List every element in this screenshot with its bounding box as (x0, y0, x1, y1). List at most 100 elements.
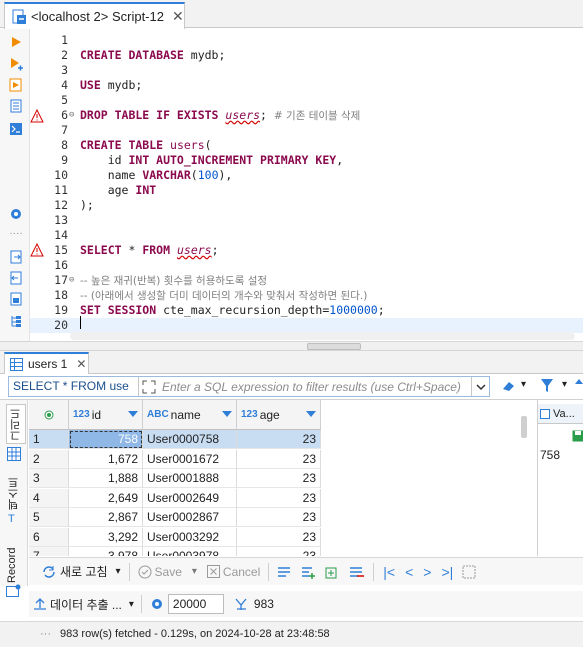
value-panel-header[interactable]: Va... (538, 404, 583, 424)
fold-icon[interactable]: ⊖ (69, 108, 74, 123)
code-line[interactable]: 18 -- (아래에서 생성할 더미 데이터의 개수와 맞춰서 작성하면 된다.) (30, 288, 583, 303)
code-line[interactable]: 15 SELECT * FROM users; (30, 243, 583, 258)
code-line[interactable]: 17 ⊖ -- 높은 재귀(반복) 횟수를 허용하도록 설정 (30, 273, 583, 288)
table-row[interactable]: 4 2,649 User0002649 23 (29, 488, 321, 508)
results-grid[interactable]: 123 id ABC name 123 age 1 758 User0000758 2… (29, 400, 321, 556)
code-line[interactable]: 20 (30, 318, 583, 333)
filter-icon[interactable] (540, 378, 554, 394)
cell-name[interactable]: User0003292 (143, 527, 237, 547)
row-number[interactable]: 2 (29, 449, 69, 469)
next-page-icon[interactable]: > (423, 564, 431, 580)
code-text[interactable]: -- (아래에서 생성할 더미 데이터의 개수와 맞춰서 작성하면 된다.) (80, 288, 367, 304)
open-console-button[interactable] (8, 121, 24, 137)
cancel-button[interactable]: Cancel (203, 561, 264, 583)
code-line[interactable]: 8 CREATE TABLE users( (30, 138, 583, 153)
chevron-down-icon[interactable]: ▾ (521, 379, 526, 390)
sort-arrow-icon[interactable] (128, 411, 138, 417)
cell-name[interactable]: User0002649 (143, 488, 237, 508)
chevron-down-icon[interactable]: ▾ (116, 566, 121, 577)
code-line[interactable]: 14 (30, 228, 583, 243)
text-icon[interactable]: T (8, 513, 15, 525)
code-text[interactable]: ); (80, 198, 94, 213)
code-text[interactable]: age INT (80, 183, 156, 198)
edit-row-icon[interactable] (277, 565, 293, 579)
save-value-icon[interactable] (572, 430, 583, 442)
last-page-icon[interactable]: >| (441, 564, 453, 580)
load-script-button[interactable] (8, 249, 24, 265)
column-header-id[interactable]: 123 id (69, 400, 143, 430)
chevron-down-icon[interactable]: ▾ (562, 379, 567, 390)
grid-view-tab[interactable]: 그리드 (6, 404, 26, 444)
export-file-button[interactable] (8, 291, 24, 307)
cell-id[interactable]: 758 (69, 430, 143, 449)
code-line[interactable]: 4 USE mydb; (30, 78, 583, 93)
save-button[interactable]: Save (134, 561, 186, 583)
cell-id[interactable]: 1,672 (69, 449, 143, 469)
value-panel-splitter[interactable] (521, 416, 527, 438)
save-script-button[interactable] (8, 270, 24, 286)
close-icon[interactable]: ✕ (76, 357, 86, 371)
cell-name[interactable]: User0001672 (143, 449, 237, 469)
row-count-icon[interactable] (234, 597, 250, 611)
table-row[interactable]: 6 3,292 User0003292 23 (29, 527, 321, 547)
code-line[interactable]: 3 (30, 63, 583, 78)
row-number[interactable]: 3 (29, 469, 69, 488)
cell-name[interactable]: User0002867 (143, 508, 237, 527)
grid-icon[interactable] (7, 447, 21, 461)
table-row[interactable]: 5 2,867 User0002867 23 (29, 508, 321, 527)
cell-age[interactable]: 23 (237, 430, 321, 449)
row-number[interactable]: 6 (29, 527, 69, 547)
more-icon[interactable]: ···· (8, 225, 24, 241)
code-text[interactable]: SELECT * FROM users; (80, 243, 219, 258)
sort-arrow-icon[interactable] (222, 411, 232, 417)
cell-id[interactable]: 3,292 (69, 527, 143, 547)
sort-arrow-icon[interactable] (306, 411, 316, 417)
previous-page-icon[interactable]: < (405, 564, 413, 580)
record-view-tab[interactable]: Record (6, 543, 18, 583)
code-line[interactable]: 13 (30, 213, 583, 228)
horizontal-scrollbar[interactable] (70, 332, 575, 340)
code-line[interactable]: 16 (30, 258, 583, 273)
record-icon[interactable] (6, 584, 21, 598)
code-line[interactable]: 9 id INT AUTO_INCREMENT PRIMARY KEY, (30, 153, 583, 168)
code-line[interactable]: 7 (30, 123, 583, 138)
settings-button[interactable] (8, 206, 24, 222)
panel-splitter[interactable] (0, 341, 583, 351)
execute-script-button[interactable] (8, 77, 24, 93)
cell-name[interactable]: User0003978 (143, 547, 237, 556)
text-view-tab[interactable]: 텍스트 (6, 472, 22, 510)
row-number[interactable]: 4 (29, 488, 69, 508)
filter-placeholder[interactable]: Enter a SQL expression to filter results… (156, 380, 474, 394)
code-line[interactable]: 2 CREATE DATABASE mydb; (30, 48, 583, 63)
cell-age[interactable]: 23 (237, 469, 321, 488)
code-text[interactable]: DROP TABLE IF EXISTS users; # 기존 테이블 삭제 (80, 108, 360, 124)
refresh-button[interactable]: 새로 고침 (37, 561, 112, 583)
cell-name[interactable]: User0000758 (143, 430, 237, 449)
cell-age[interactable]: 23 (237, 527, 321, 547)
sql-query-prefix[interactable]: SELECT * FROM use (9, 377, 139, 396)
filter-history-dropdown[interactable] (471, 377, 489, 396)
row-number[interactable]: 1 (29, 430, 69, 449)
sql-editor[interactable]: 1 2 CREATE DATABASE mydb; 3 4 USE mydb; 5 6 ⊖ DRO… (30, 29, 583, 341)
code-text[interactable]: USE mydb; (80, 78, 142, 93)
cell-name[interactable]: User0001888 (143, 469, 237, 488)
expand-icon[interactable] (142, 380, 156, 394)
code-line[interactable]: 11 age INT (30, 183, 583, 198)
cell-age[interactable]: 23 (237, 547, 321, 556)
table-row[interactable]: 1 758 User0000758 23 (29, 430, 321, 449)
row-number[interactable]: 5 (29, 508, 69, 527)
cell-id[interactable]: 3,978 (69, 547, 143, 556)
fetch-size-input[interactable]: 20000 (167, 594, 224, 614)
code-text[interactable]: SET SESSION cte_max_recursion_depth=1000… (80, 303, 385, 318)
first-page-icon[interactable]: |< (383, 564, 395, 580)
explain-plan-button[interactable] (8, 98, 24, 114)
code-line[interactable]: 12); (30, 198, 583, 213)
code-text[interactable]: CREATE TABLE users( (80, 138, 212, 153)
execute-new-tab-button[interactable] (8, 56, 24, 72)
table-row[interactable]: 3 1,888 User0001888 23 (29, 469, 321, 488)
code-line[interactable]: 6 ⊖ DROP TABLE IF EXISTS users; # 기존 테이블 삭… (30, 108, 583, 123)
column-header-name[interactable]: ABC name (143, 400, 237, 430)
results-tab[interactable]: users 1 ✕ (4, 352, 89, 374)
chevron-down-icon[interactable]: ▾ (129, 599, 134, 610)
code-line[interactable]: 5 (30, 93, 583, 108)
